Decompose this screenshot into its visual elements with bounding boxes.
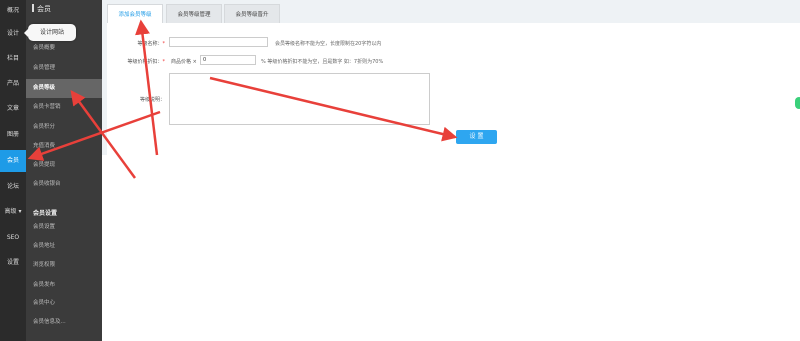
level-name-input[interactable] [169, 37, 268, 47]
submenu-item-member-publish[interactable]: 会员发布 [26, 276, 102, 295]
rail-item-settings[interactable]: 设置 [0, 252, 26, 274]
tab-level-promotion[interactable]: 会员等级晋升 [224, 4, 280, 24]
submenu-item-member-overview[interactable]: 会员概要 [26, 39, 102, 58]
level-name-hint: 会员等级名称不能为空，长度限制在20字符以内 [275, 41, 382, 47]
tab-add-level[interactable]: 添加会员等级 [107, 4, 163, 24]
submenu-item-cashier[interactable]: 会员收银台 [26, 175, 102, 194]
main-content: 添加会员等级 会员等级管理 会员等级晋升 等级名称：* 会员等级名称不能为空，长… [102, 0, 800, 341]
add-level-form: 等级名称：* 会员等级名称不能为空，长度限制在20字符以内 等级价格折扣：* 商… [107, 23, 800, 155]
design-site-tooltip: 设计网站 [24, 24, 76, 41]
member-submenu: 会员 会员概要 会员管理 会员等级 会员卡营销 会员积分 充值消费 会员提现 会… [26, 0, 102, 341]
caret-down-icon: ▾ [16, 208, 22, 215]
rail-item-overview[interactable]: 概况 [0, 0, 26, 22]
rail-item-forum[interactable]: 论坛 [0, 176, 26, 198]
submenu-section-title: 会员设置 [33, 210, 58, 217]
rail-item-members[interactable]: 会员 [0, 150, 26, 172]
submenu-title-text: 会员 [37, 5, 51, 13]
submenu-item-member-level[interactable]: 会员等级 [26, 79, 102, 98]
rail-item-columns[interactable]: 栏目 [0, 48, 26, 70]
required-mark: * [162, 41, 166, 47]
rail-item-products[interactable]: 产品 [0, 73, 26, 95]
submenu-item-member-address[interactable]: 会员地址 [26, 237, 102, 256]
submenu-item-member-points[interactable]: 会员积分 [26, 118, 102, 137]
rail-item-advanced[interactable]: 高级 ▾ [0, 201, 26, 223]
level-name-label-text: 等级名称： [137, 41, 163, 47]
submenu-item-member-center[interactable]: 会员中心 [26, 294, 102, 313]
discount-prefix: 商品价格 × [171, 59, 197, 65]
discount-label-text: 等级价格折扣： [127, 59, 163, 65]
level-name-label: 等级名称：* [107, 40, 165, 47]
discount-label: 等级价格折扣：* [107, 58, 165, 65]
rail-item-design[interactable]: 设计 [0, 23, 26, 45]
rail-item-label: 高级 [4, 208, 17, 215]
submenu-item-member-card[interactable]: 会员卡营销 [26, 98, 102, 117]
discount-input[interactable]: 0 [200, 55, 256, 65]
required-mark: * [162, 59, 166, 65]
rail-item-articles[interactable]: 文章 [0, 98, 26, 120]
submit-button[interactable]: 设 置 [456, 130, 497, 144]
description-label: 等级说明： [139, 97, 165, 103]
title-bar-icon [32, 4, 34, 12]
side-float-button[interactable] [795, 97, 800, 109]
description-textarea[interactable] [169, 73, 430, 125]
submenu-item-browse-permission[interactable]: 浏览权限 [26, 256, 102, 275]
discount-hint: % 等级价格折扣不能为空，且是数字 如：7折则为70% [261, 59, 384, 65]
submenu-item-recharge[interactable]: 充值消费 [26, 137, 102, 156]
main-nav-rail: 概况 设计 栏目 产品 文章 图册 会员 论坛 高级 ▾ SEO 设置 [0, 0, 26, 341]
submenu-item-member-info[interactable]: 会员信息及... [26, 313, 102, 332]
submenu-item-withdraw[interactable]: 会员提现 [26, 156, 102, 175]
submenu-item-member-settings[interactable]: 会员设置 [26, 218, 102, 237]
submenu-title: 会员 [32, 4, 51, 14]
tab-level-manage[interactable]: 会员等级管理 [166, 4, 222, 24]
rail-item-seo[interactable]: SEO [0, 227, 26, 249]
rail-item-gallery[interactable]: 图册 [0, 124, 26, 146]
submenu-item-member-manage[interactable]: 会员管理 [26, 59, 102, 78]
